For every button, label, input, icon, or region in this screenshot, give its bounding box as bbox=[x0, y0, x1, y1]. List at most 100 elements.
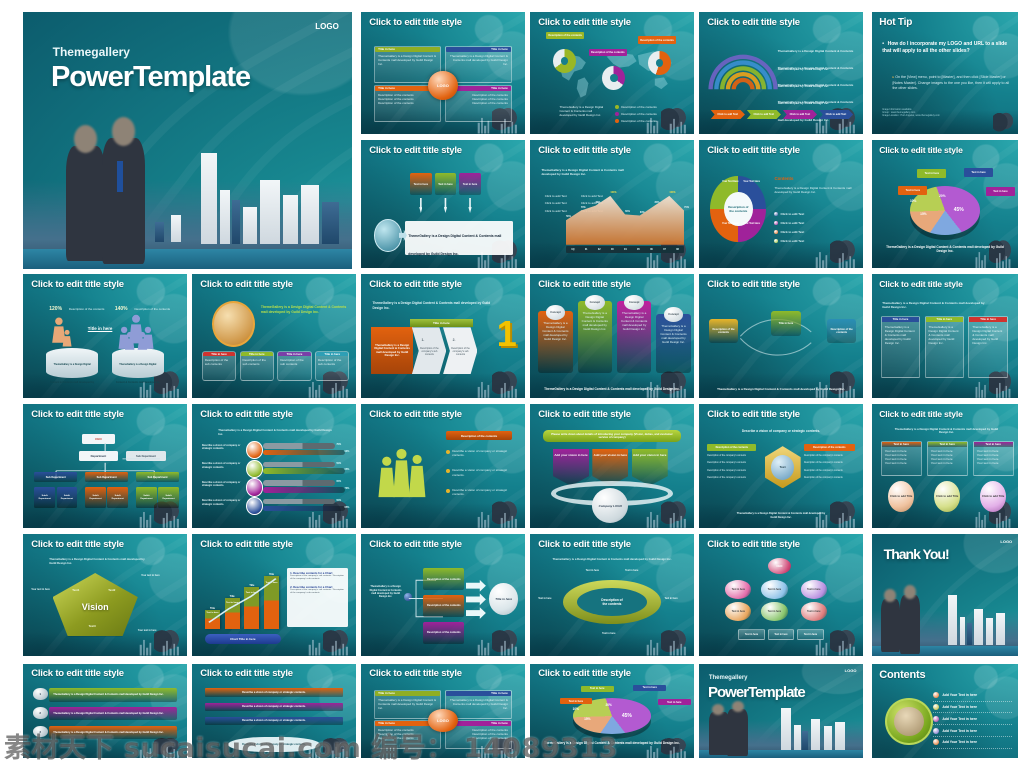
slide-table3[interactable]: Click to edit title style ThemeGallery is… bbox=[871, 273, 1019, 399]
slide-progress[interactable]: Click to edit title style ThemeGallery is… bbox=[191, 403, 357, 529]
slide-threebox[interactable]: Click to edit title style Text in here Tex… bbox=[360, 139, 526, 269]
slide-contents[interactable]: Contents Add Your Text in here Add Your T… bbox=[871, 663, 1019, 759]
contents-list-item[interactable]: Add Your Text in here bbox=[933, 737, 1013, 749]
pie-callout[interactable]: Text in here bbox=[985, 187, 1016, 197]
center-logo-badge[interactable]: LOGO bbox=[428, 70, 458, 100]
sphere-button[interactable]: Click to add Title bbox=[980, 480, 1007, 512]
cycle-node[interactable]: Title in here bbox=[771, 311, 801, 336]
slide-concepts[interactable]: Click to edit title style ThemeGallery is… bbox=[529, 273, 695, 399]
concept-column[interactable]: ThemeGallery is a Design Digital Content… bbox=[538, 311, 573, 374]
slide-thank-you[interactable]: LOGO Thank You! bbox=[871, 533, 1019, 657]
slide-numbered[interactable]: Click to edit title style 1 ThemeGallery i… bbox=[22, 663, 188, 759]
top-box[interactable]: Text in here bbox=[459, 173, 481, 196]
org-mid-node[interactable]: Sub Department bbox=[136, 472, 179, 483]
side-bullet-row[interactable]: Click to edit Text bbox=[774, 212, 804, 216]
left-block[interactable]: ThemeGallery is a Design Digital Content… bbox=[370, 327, 414, 375]
sphere-card[interactable]: Text in here Your text in here Your text i… bbox=[926, 441, 968, 476]
chart-title-pill[interactable]: Chart Title in here bbox=[205, 634, 281, 644]
bubble-node[interactable]: Text in here bbox=[800, 602, 827, 621]
numbered-band[interactable]: ThemeGallery is a Design Digital Content… bbox=[49, 707, 178, 721]
slide-barchart[interactable]: Click to edit title style Text in here Tit… bbox=[191, 533, 357, 657]
side-bullet-row[interactable]: Click to edit Text bbox=[774, 239, 804, 243]
sphere-card[interactable]: Text in here Your text in here Your text i… bbox=[972, 441, 1014, 476]
contents-list-item[interactable]: Add Your Text in here bbox=[933, 726, 1013, 737]
map-callout[interactable]: Description of the contents bbox=[589, 48, 627, 56]
band-row[interactable]: Describe a vision of company or strategi… bbox=[205, 716, 343, 726]
slide-donut[interactable]: Click to edit title style Description of … bbox=[698, 139, 864, 269]
bubble-node[interactable]: Text in here bbox=[725, 602, 752, 621]
bubble-footer-chip[interactable]: Text in here bbox=[797, 629, 824, 641]
center-logo-badge[interactable]: LOGO bbox=[428, 709, 458, 732]
pie-callout[interactable]: Text in here bbox=[580, 685, 614, 693]
slide-quadrant[interactable]: Click to edit title style Title in here Th… bbox=[360, 663, 526, 759]
sphere-button[interactable]: Click to add Title bbox=[888, 480, 915, 512]
slide-numberone[interactable]: Click to edit title style ThemeGallery is… bbox=[360, 273, 526, 399]
pie-callout[interactable]: Text in here bbox=[917, 169, 947, 179]
photo4-card[interactable]: Title in here Description of the sub cont… bbox=[239, 350, 274, 381]
concept-column[interactable]: ThemeGallery is a Design Digital Content… bbox=[616, 301, 652, 374]
cycle-node[interactable]: Description of the contents bbox=[826, 318, 857, 344]
photo4-card[interactable]: Title in here Description of the sub cont… bbox=[277, 350, 312, 381]
pie-callout[interactable]: Text in here bbox=[633, 684, 667, 692]
side-bullet-row[interactable]: Click to edit Text bbox=[774, 221, 804, 225]
map-callout[interactable]: Description of the contents bbox=[638, 36, 676, 44]
slide-pie3d[interactable]: Click to edit title style 45% 20% 15% 10% Tex… bbox=[529, 663, 695, 759]
org-mid-node[interactable]: Sub Department bbox=[85, 472, 128, 483]
band-row[interactable]: Describe a vision of company or strategi… bbox=[205, 688, 343, 697]
slide-tree3[interactable]: Click to edit title style ThemeGallery is… bbox=[360, 533, 526, 657]
bubble-node[interactable]: Text in here bbox=[761, 602, 788, 621]
chevron-arrow[interactable]: Click to add Text bbox=[710, 109, 745, 120]
speech-balloon[interactable]: Describe a vision of company or strategi… bbox=[228, 737, 320, 753]
callout-panel[interactable]: ThemeGallery is a Design Digital Content… bbox=[405, 220, 513, 256]
org-mid-node[interactable]: Sub Department bbox=[34, 472, 78, 483]
pie-callout[interactable]: Text in here bbox=[963, 168, 994, 178]
slide-cycle[interactable]: Click to edit title style Description of … bbox=[698, 273, 864, 399]
photo4-card[interactable]: Title in here Description of the sub cont… bbox=[315, 350, 350, 381]
tree-node[interactable]: Description of the contents bbox=[423, 568, 465, 591]
slide-peoplepct[interactable]: Click to edit title style 120% Description… bbox=[22, 273, 188, 399]
chart-legend-panel[interactable]: 1. Describe contents for a Chart Descript… bbox=[287, 568, 348, 627]
concept-column[interactable]: ThemeGallery is a Design Digital Content… bbox=[577, 301, 612, 374]
slide-worldmap[interactable]: Click to edit title style Description of … bbox=[529, 11, 695, 135]
cycle-node[interactable]: Description of the contents bbox=[708, 318, 739, 344]
table-column[interactable]: Title in here ThemeGallery is a Design Di… bbox=[880, 316, 921, 379]
slide-orgchart[interactable]: Click to edit title style CEO Department Su… bbox=[22, 403, 188, 529]
hex-right-header[interactable]: Description of the contents bbox=[803, 443, 855, 452]
people-row-item[interactable]: Describe a vision of company or strategi… bbox=[446, 488, 518, 496]
hex-left-header[interactable]: Description of the contents bbox=[707, 443, 757, 452]
band-row[interactable]: Describe a vision of company or strategi… bbox=[205, 702, 343, 711]
slide-hot-tip[interactable]: Hot Tip • How do I incorporate my LOGO a… bbox=[871, 11, 1019, 135]
top-box[interactable]: Text in here bbox=[410, 173, 432, 196]
table-column[interactable]: Title in here ThemeGallery is a Design Di… bbox=[924, 316, 964, 379]
pie-callout[interactable]: Text in here bbox=[559, 697, 593, 705]
bubble-node[interactable]: Text in here bbox=[761, 580, 788, 599]
slide-quadrant[interactable]: Click to edit title style Title in here Th… bbox=[360, 11, 526, 135]
slide-cover-repeat[interactable]: LOGO Themegallery PowerTemplate bbox=[698, 663, 864, 759]
concept-column[interactable]: ThemeGallery is a Design Digital Content… bbox=[656, 313, 691, 374]
org-leaf-node[interactable]: Sub/it Department bbox=[107, 487, 128, 509]
pie-callout[interactable]: Text in here bbox=[657, 698, 691, 706]
org-leaf-node[interactable]: Sub/it Department bbox=[158, 487, 179, 509]
slide-areachart[interactable]: Click to edit title style ThemeGallery is… bbox=[529, 139, 695, 269]
people-row-item[interactable]: Describe a vision of company or strategi… bbox=[446, 468, 518, 477]
top-callout[interactable]: Description of the contents bbox=[446, 431, 512, 440]
slide-bubbles[interactable]: Click to edit title style CEO Text in here… bbox=[698, 533, 864, 657]
slide-hexagon[interactable]: Click to edit title style Describe a visi… bbox=[698, 403, 864, 529]
photo4-card[interactable]: Title in here Description of the sub cont… bbox=[201, 350, 237, 381]
bubble-node[interactable]: Text in here bbox=[725, 580, 752, 599]
chevron-arrow[interactable]: Click to add Text bbox=[746, 109, 781, 120]
map-callout[interactable]: Description of the contents bbox=[546, 31, 584, 39]
tree-node[interactable]: Description of the contents bbox=[423, 595, 465, 617]
bubble-footer-chip[interactable]: Text in here bbox=[738, 629, 765, 641]
sphere-button[interactable]: Click to add Title bbox=[934, 480, 961, 512]
org-leaf-node[interactable]: Sub/it Department bbox=[85, 487, 106, 509]
chevron-arrow[interactable]: Click to add Text bbox=[818, 109, 854, 120]
table-column[interactable]: Title in here ThemeGallery is a Design Di… bbox=[968, 316, 1008, 379]
slide-spheres3[interactable]: Click to edit title style ThemeGallery is… bbox=[871, 403, 1019, 529]
contents-list-item[interactable]: Add Your Text in here bbox=[933, 702, 1013, 714]
sphere-card[interactable]: Text in here Your text in here Your text i… bbox=[880, 441, 922, 476]
tree-node[interactable]: Description of the contents bbox=[423, 621, 465, 644]
tree-ball[interactable]: Title in here bbox=[488, 582, 519, 615]
people-row-item[interactable]: Describe a vision of company or strategi… bbox=[446, 449, 518, 457]
contents-list-item[interactable]: Add Your Text in here bbox=[933, 714, 1013, 726]
